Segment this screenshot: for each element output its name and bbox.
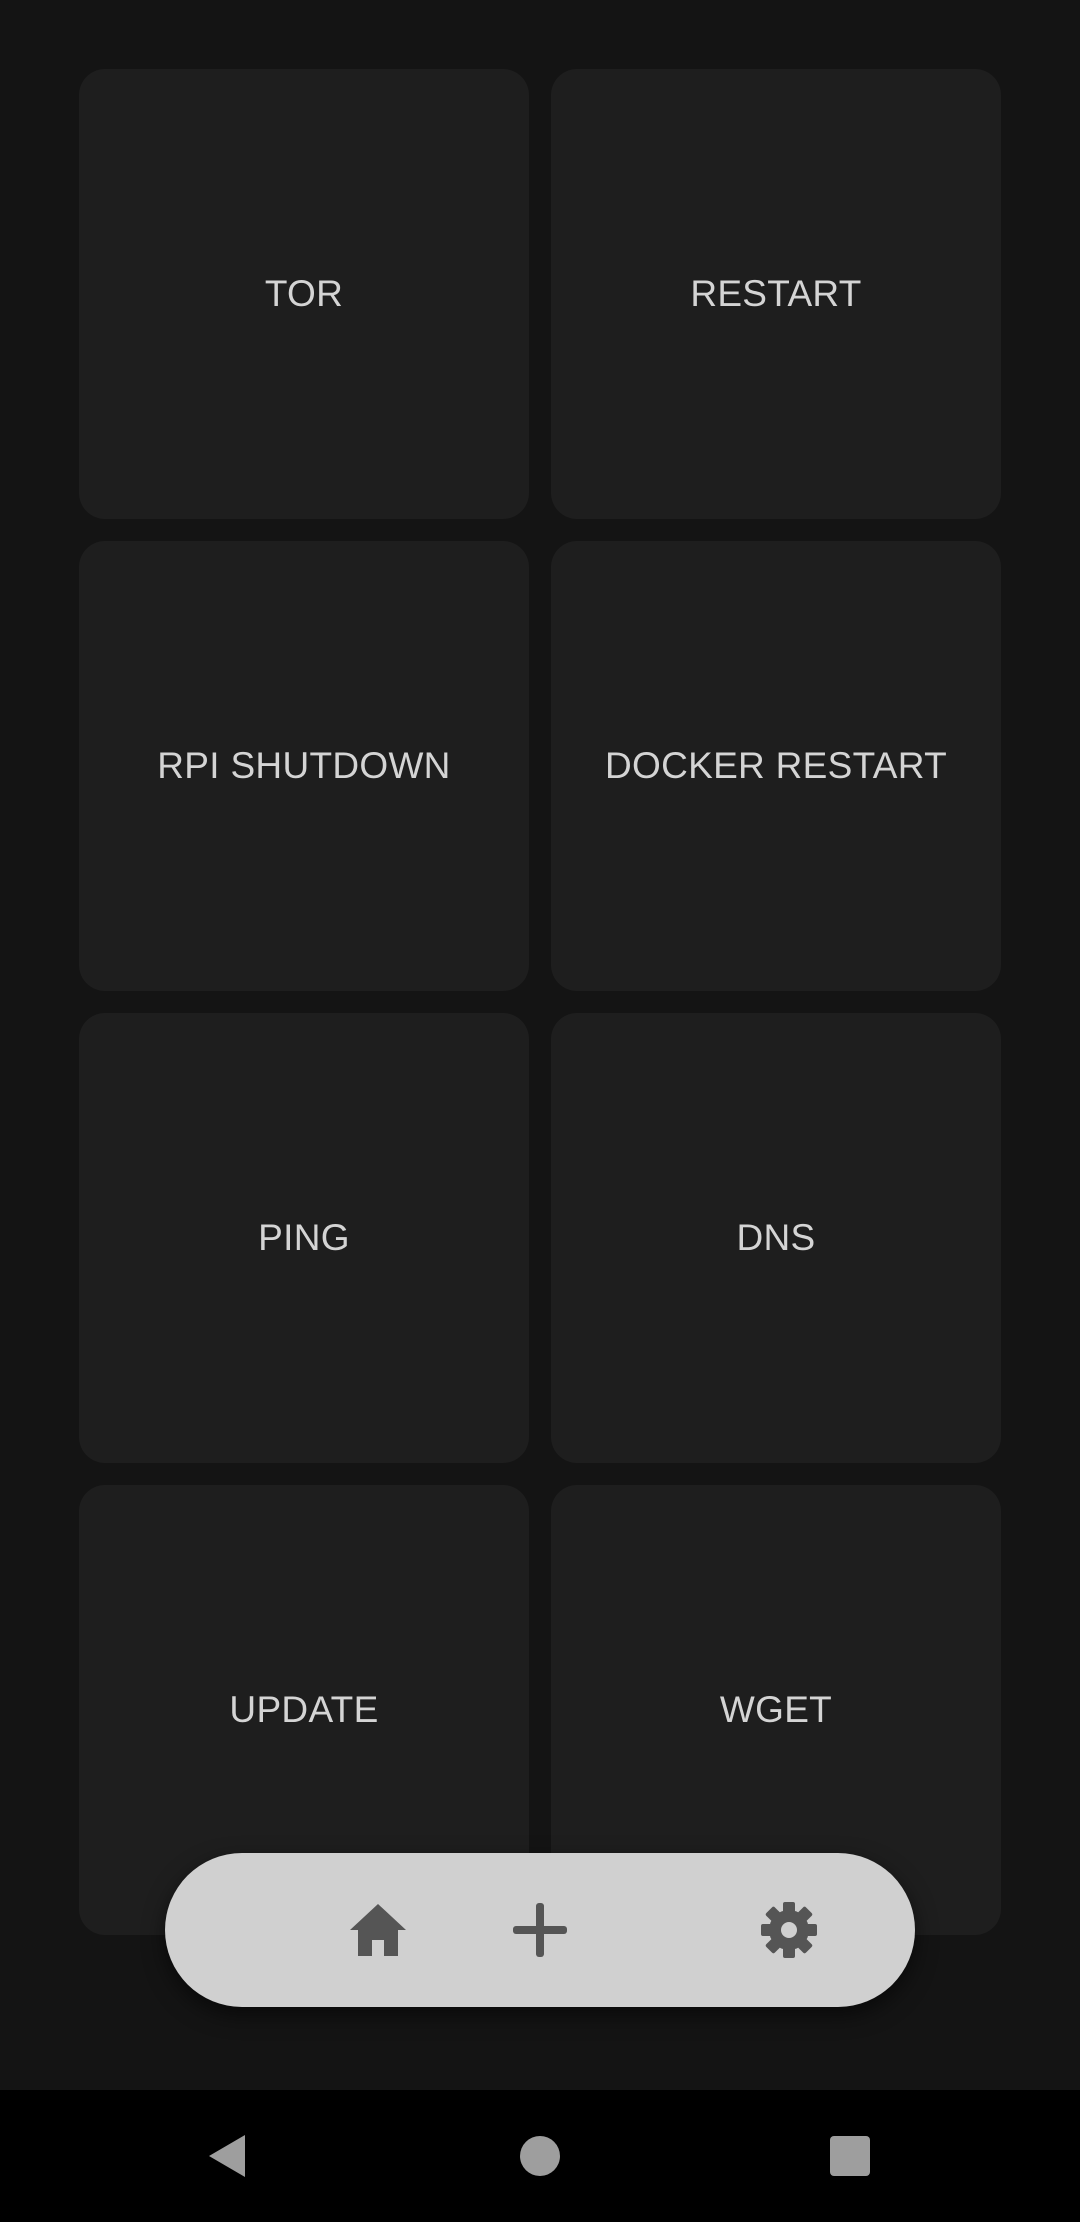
home-icon — [350, 1904, 406, 1956]
home-circle-icon — [520, 2136, 560, 2176]
bottom-action-bar — [165, 1853, 915, 2007]
tile-tor[interactable]: TOR — [79, 69, 529, 519]
recents-button[interactable] — [784, 2090, 916, 2222]
plus-icon — [513, 1903, 567, 1957]
command-grid: TOR RESTART RPI SHUTDOWN DOCKER RESTART … — [79, 69, 1001, 1935]
system-home-button[interactable] — [474, 2090, 606, 2222]
back-button[interactable] — [161, 2090, 293, 2222]
home-button[interactable] — [301, 1853, 455, 2007]
tile-rpi-shutdown[interactable]: RPI SHUTDOWN — [79, 541, 529, 991]
back-icon — [209, 2135, 245, 2177]
settings-button[interactable] — [712, 1853, 866, 2007]
tile-ping[interactable]: PING — [79, 1013, 529, 1463]
tile-docker-restart[interactable]: DOCKER RESTART — [551, 541, 1001, 991]
system-navigation-bar — [0, 2090, 1080, 2222]
tile-restart[interactable]: RESTART — [551, 69, 1001, 519]
app-screen: TOR RESTART RPI SHUTDOWN DOCKER RESTART … — [0, 0, 1080, 2090]
tile-dns[interactable]: DNS — [551, 1013, 1001, 1463]
add-button[interactable] — [463, 1853, 617, 2007]
gear-icon — [761, 1902, 817, 1958]
recents-icon — [830, 2136, 870, 2176]
